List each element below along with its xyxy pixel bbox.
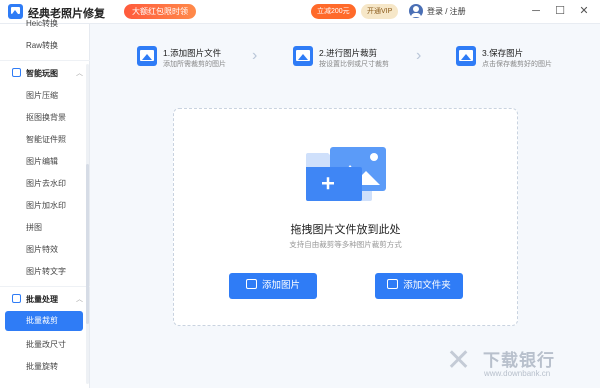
chevron-up-icon: ︿ [76,296,83,303]
sidebar: Heic转换 Raw转换 智能玩图 ︿ 图片压缩 抠图换背景 智能证件照 图片编… [0,19,90,388]
minimize-icon[interactable]: ─ [528,3,544,19]
sidebar-item-cutout[interactable]: 抠图换背景 [26,112,66,123]
save-image-icon [456,46,476,66]
drop-zone-title: 拖拽图片文件放到此处 [290,224,401,236]
image-icon [245,279,257,289]
close-icon[interactable]: ✕ [576,3,592,19]
app-logo-icon [8,4,23,19]
promo-banner[interactable]: 大额红包限时领 [124,4,196,19]
coupon-badge[interactable]: 立减200元 [311,4,356,19]
restore-icon[interactable]: ☐ [552,3,568,19]
sidebar-item-batch-rotate[interactable]: 批量旋转 [26,361,58,372]
chevron-up-icon: ︿ [76,70,83,77]
add-image-icon [137,46,157,66]
add-folder-label: 添加文件夹 [403,280,451,291]
sidebar-item-raw[interactable]: Raw转换 [26,40,58,51]
watermark-name: 下载银行 [483,351,555,370]
sidebar-item-batch-resize[interactable]: 批量改尺寸 [26,339,66,350]
sidebar-item-batch-crop[interactable]: 批量裁剪 [5,311,83,331]
sidebar-item-add-watermark[interactable]: 图片加水印 [26,200,66,211]
chevron-right-icon: › [416,47,422,64]
crop-icon [293,46,313,66]
sidebar-item-heic[interactable]: Heic转换 [26,18,58,29]
title-bar: 经典老照片修复 大额红包限时领 立减200元 开通VIP 登录 / 注册 ─ ☐… [0,0,600,24]
batch-icon [12,294,21,303]
sidebar-item-compress[interactable]: 图片压缩 [26,90,58,101]
step-title: 2.进行图片裁剪 [319,48,378,58]
drop-zone-subtitle: 支持自由裁剪等多种图片裁剪方式 [289,240,402,249]
chevron-right-icon: › [252,47,258,64]
sidebar-item-id-photo[interactable]: 智能证件照 [26,134,66,145]
step-desc: 添加所需裁剪的图片 [163,61,226,68]
user-avatar-icon[interactable] [409,4,423,18]
sidebar-group-smart[interactable]: 智能玩图 ︿ [12,68,83,79]
add-image-label: 添加图片 [261,280,300,291]
group-batch-label: 批量处理 [26,295,58,304]
sidebar-divider [0,286,90,287]
add-image-button[interactable]: 添加图片 [229,273,317,299]
sidebar-item-ocr[interactable]: 图片转文字 [26,266,66,277]
sidebar-item-effects[interactable]: 图片特效 [26,244,58,255]
image-tools-icon [12,68,21,77]
sidebar-item-remove-watermark[interactable]: 图片去水印 [26,178,66,189]
step-title: 3.保存图片 [482,48,524,58]
sidebar-divider [0,60,90,61]
watermark: ✕ 下载银行 www.downbank.cn [446,342,596,384]
add-folder-button[interactable]: 添加文件夹 [375,273,463,299]
group-smart-label: 智能玩图 [26,69,58,78]
sidebar-group-batch[interactable]: 批量处理 ︿ [12,294,83,305]
sidebar-item-edit[interactable]: 图片编辑 [26,156,58,167]
drop-zone[interactable]: 拖拽图片文件放到此处 支持自由裁剪等多种图片裁剪方式 添加图片 添加文件夹 [173,108,518,326]
sidebar-item-collage[interactable]: 拼图 [26,222,42,233]
folder-icon [387,279,399,289]
step-title: 1.添加图片文件 [163,48,222,58]
watermark-url: www.downbank.cn [484,369,551,378]
main-panel: 1.添加图片文件 添加所需裁剪的图片 › 2.进行图片裁剪 按设置比例或尺寸裁剪… [90,24,600,388]
sidebar-scroll-thumb[interactable] [86,164,89,324]
login-register-link[interactable]: 登录 / 注册 [427,6,466,17]
vip-button[interactable]: 开通VIP [361,4,399,19]
folder-image-icon [306,147,386,201]
step-desc: 点击保存裁剪好的图片 [482,61,552,68]
step-desc: 按设置比例或尺寸裁剪 [319,61,389,68]
watermark-logo-icon: ✕ [446,344,472,377]
